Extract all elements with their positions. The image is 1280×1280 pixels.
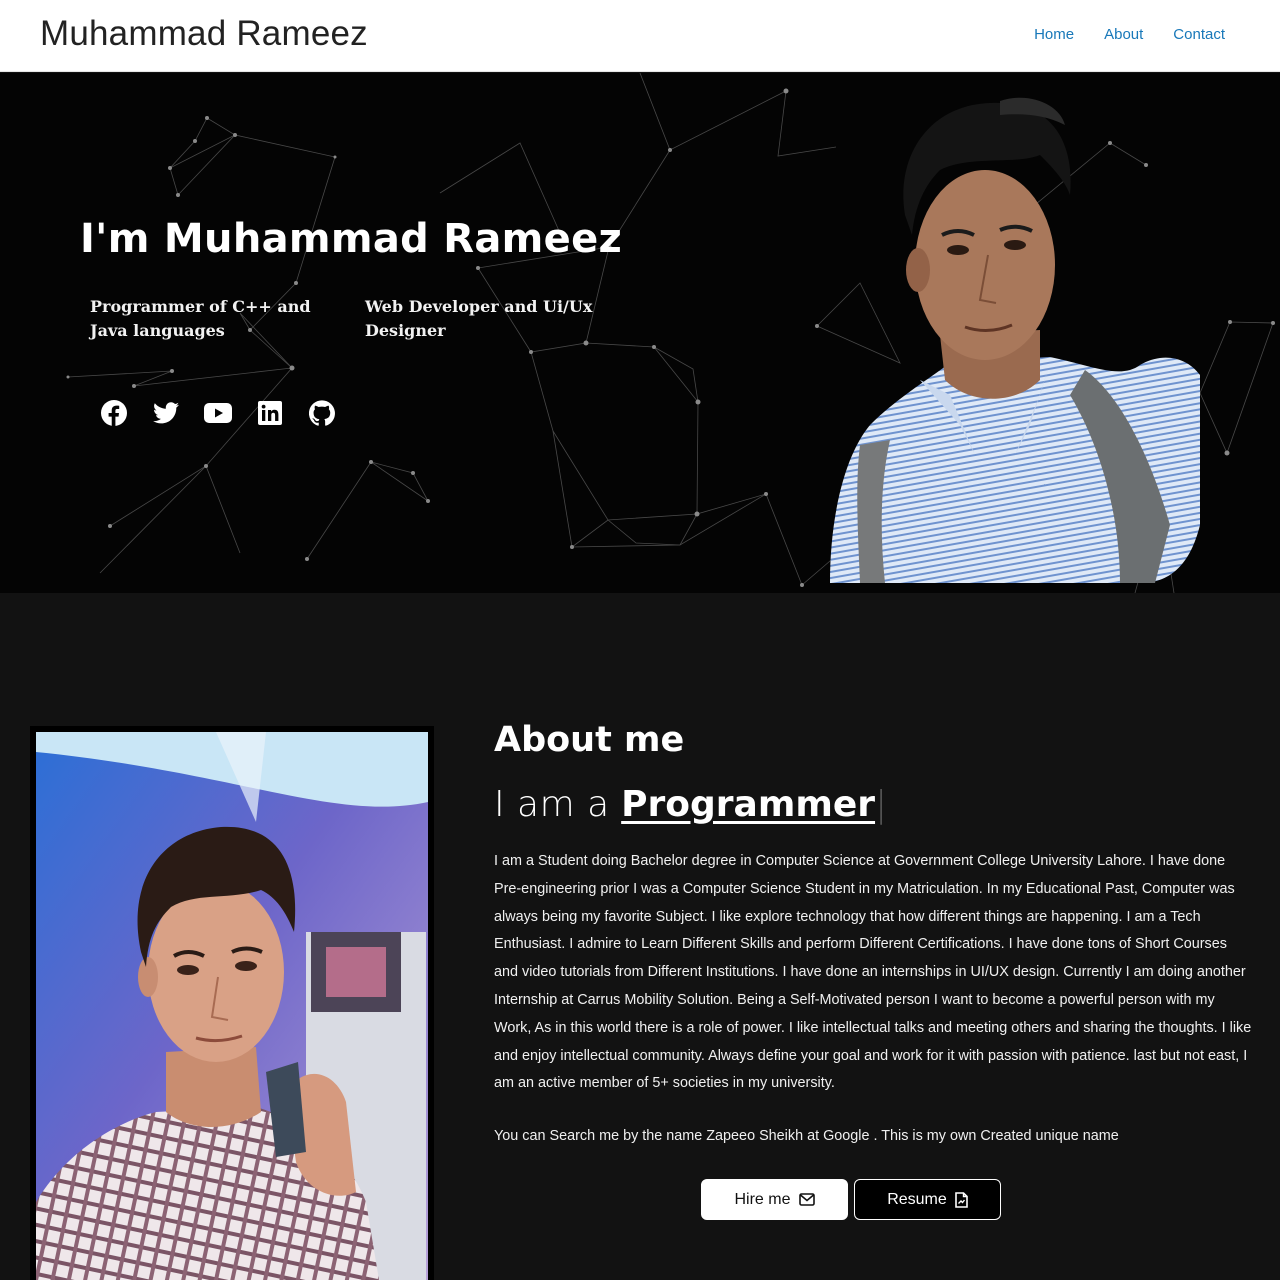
about-photo-frame [30,726,434,1280]
hero-portrait [830,97,1200,583]
linkedin-icon[interactable] [256,399,284,427]
twitter-icon[interactable] [152,399,180,427]
nav-home[interactable]: Home [1019,24,1089,45]
file-icon [954,1191,968,1208]
typed-word: Programmer [621,784,876,825]
hero-title: I'm Muhammad Rameez [80,216,623,262]
about-paragraph: I am a Student doing Bachelor degree in … [494,853,1252,1092]
hero-section: I'm Muhammad Rameez Programmer of C++ an… [0,73,1280,593]
about-heading: About me [494,720,685,760]
nav-about[interactable]: About [1089,24,1158,45]
hero-subtitle-programmer: Programmer of C++ and Java languages [90,297,311,340]
facebook-icon[interactable] [100,399,128,427]
github-icon[interactable] [308,399,336,427]
about-photo [36,732,428,1280]
social-links [100,399,336,427]
resume-label: Resume [887,1190,947,1208]
hire-me-button[interactable]: Hire me [701,1179,848,1220]
envelope-icon [798,1193,815,1206]
nav-contact[interactable]: Contact [1158,24,1240,45]
resume-button[interactable]: Resume [854,1179,1001,1220]
about-search-note: You can Search me by the name Zapeeo She… [494,1128,1119,1144]
typed-prefix: I am a [494,784,610,825]
hire-me-label: Hire me [734,1190,791,1208]
site-title[interactable]: Muhammad Rameez [40,14,368,54]
hero-subtitle-webdev: Web Developer and Ui/Ux Designer [365,297,593,340]
typed-headline: I am a Programmer| [494,784,887,825]
typing-cursor: | [875,784,888,825]
youtube-icon[interactable] [204,399,232,427]
site-header: Muhammad Rameez Home About Contact [0,0,1280,72]
main-nav: Home About Contact [1019,24,1240,45]
